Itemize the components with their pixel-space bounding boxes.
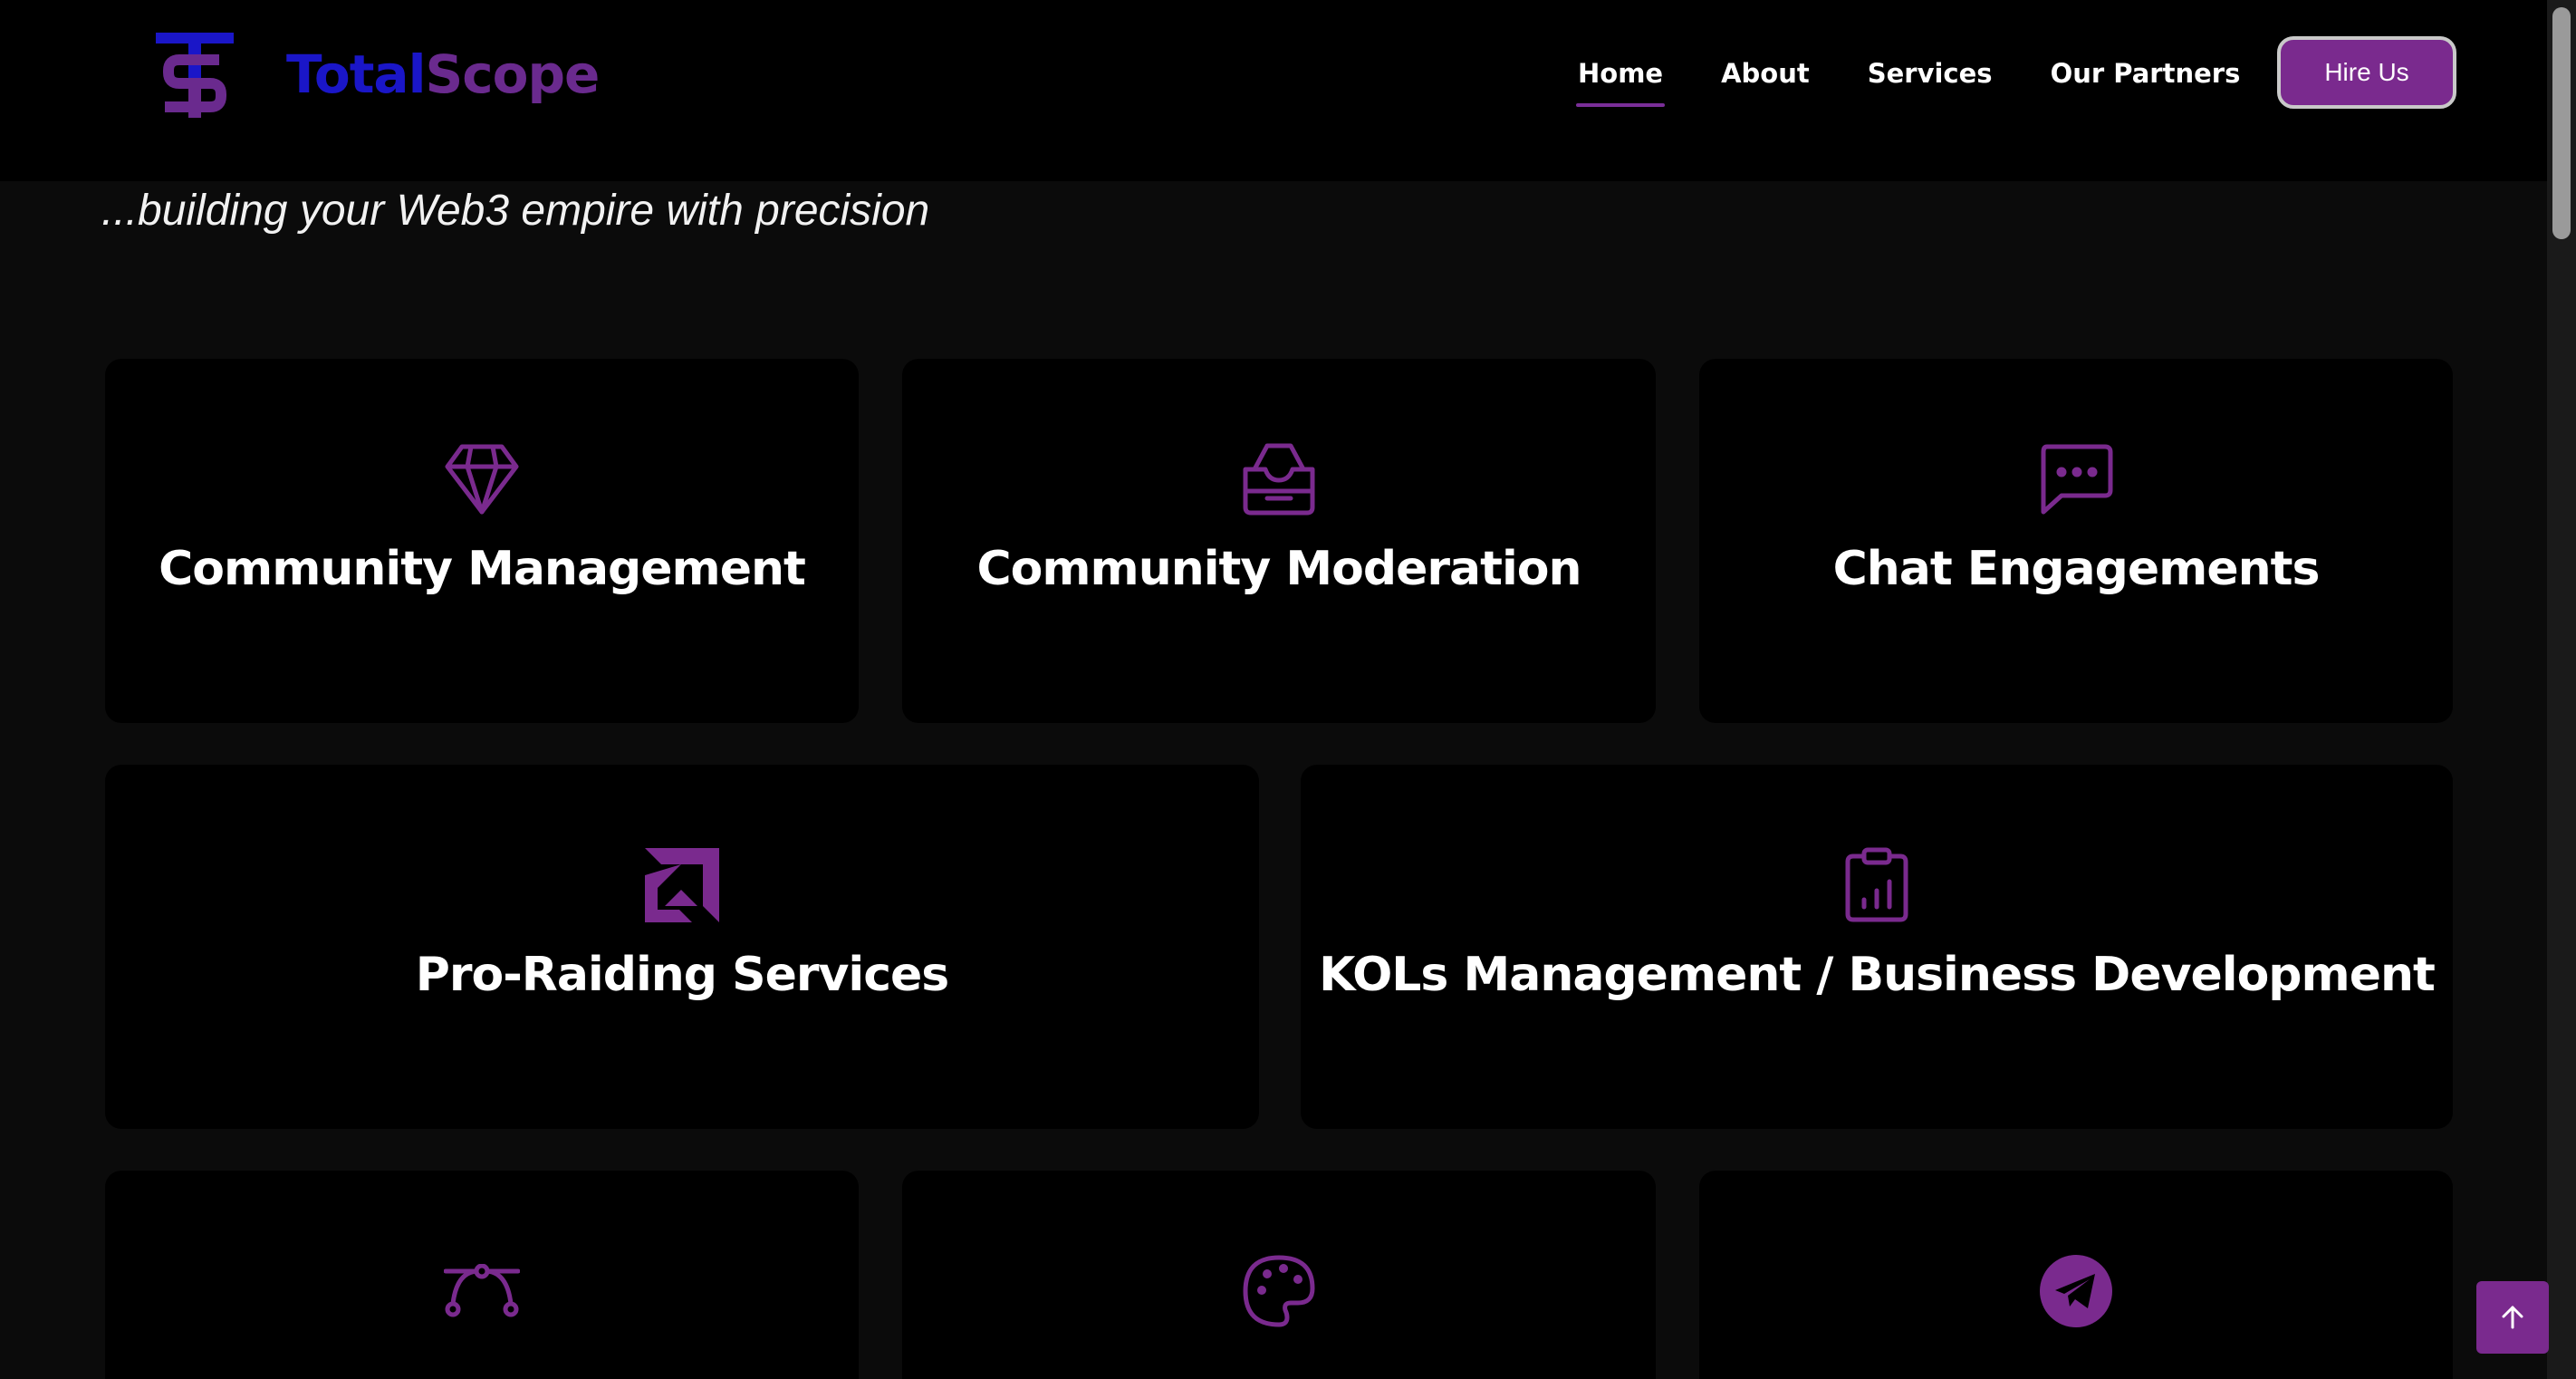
- hire-us-button[interactable]: Hire Us: [2277, 36, 2456, 109]
- service-card-kols-management[interactable]: KOLs Management / Business Development: [1301, 765, 2453, 1129]
- scrollbar-thumb[interactable]: [2552, 7, 2571, 239]
- service-title: Chat Engagements: [1832, 542, 2321, 596]
- nav-about[interactable]: About: [1721, 58, 1810, 89]
- back-to-top-button[interactable]: [2476, 1281, 2549, 1354]
- service-title: Community Management: [159, 542, 806, 596]
- service-card[interactable]: [1699, 1171, 2453, 1379]
- nav-services[interactable]: Services: [1868, 58, 1993, 89]
- nav-home[interactable]: Home: [1575, 58, 1666, 107]
- service-title: Community Moderation: [976, 542, 1581, 596]
- palette-icon: [1240, 1252, 1318, 1330]
- logo-text-scope: Scope: [425, 43, 600, 105]
- page: TotalScope Home About Services Our Partn…: [0, 0, 2576, 1379]
- arrow-up-icon: [2502, 1306, 2523, 1329]
- vertical-scrollbar[interactable]: [2547, 0, 2576, 1379]
- nav-our-partners[interactable]: Our Partners: [2051, 58, 2241, 89]
- service-title: Pro-Raiding Services: [415, 948, 950, 1002]
- logo-text-total: Total: [286, 43, 426, 105]
- telegram-icon: [2037, 1252, 2115, 1330]
- service-card-chat-engagements[interactable]: Chat Engagements: [1699, 359, 2453, 723]
- service-title: KOLs Management / Business Development: [1319, 948, 2436, 1002]
- diamond-icon: [443, 440, 521, 518]
- site-header: TotalScope Home About Services Our Partn…: [0, 0, 2547, 181]
- service-card-community-management[interactable]: Community Management: [105, 359, 859, 723]
- tagline: ...building your Web3 empire with precis…: [101, 187, 930, 235]
- service-card-community-moderation[interactable]: Community Moderation: [902, 359, 1656, 723]
- bezier-curve-icon: [443, 1252, 521, 1330]
- inbox-stack-icon: [1240, 440, 1318, 518]
- clipboard-chart-icon: [1838, 846, 1916, 924]
- main-nav: Home About Services Our Partners: [1575, 51, 2298, 107]
- logo-icon[interactable]: [156, 33, 234, 118]
- service-card-pro-raiding[interactable]: Pro-Raiding Services: [105, 765, 1259, 1129]
- logo-text[interactable]: TotalScope: [286, 38, 600, 111]
- chat-dots-icon: [2037, 440, 2115, 518]
- amd-arrow-icon: [643, 846, 721, 924]
- service-card[interactable]: [902, 1171, 1656, 1379]
- service-card[interactable]: [105, 1171, 859, 1379]
